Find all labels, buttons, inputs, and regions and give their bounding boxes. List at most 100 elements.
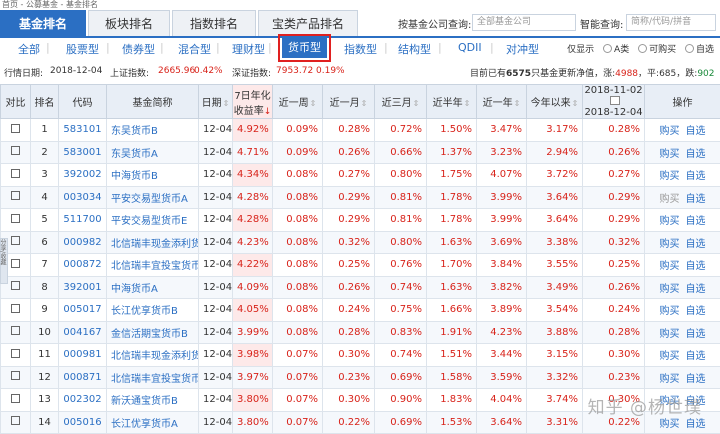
fund-name-link[interactable]: 金信活期宝货币B xyxy=(107,321,199,344)
compare-checkbox[interactable] xyxy=(11,236,20,245)
table-row[interactable]: 5511700平安交易型货币E12-044.28%0.08%0.29%0.81%… xyxy=(1,209,720,232)
col-week[interactable]: 近一周⇕ xyxy=(273,85,323,119)
add-watchlist-link[interactable]: 自选 xyxy=(686,194,706,205)
buy-link[interactable]: 购买 xyxy=(660,239,680,250)
tab-index-ranking[interactable]: 指数排名 xyxy=(172,10,256,36)
compare-checkbox[interactable] xyxy=(11,304,20,313)
col-7day-yield[interactable]: 7日年化收益率↓ xyxy=(233,85,273,119)
buy-link[interactable]: 购买 xyxy=(660,306,680,317)
radio-a-class[interactable] xyxy=(603,44,612,53)
fund-code-link[interactable]: 005016 xyxy=(59,411,107,434)
table-row[interactable]: 9005017长江优享货币B12-044.05%0.08%0.24%0.75%1… xyxy=(1,299,720,322)
compare-checkbox[interactable] xyxy=(11,214,20,223)
table-row[interactable]: 12000871北信瑞丰宜投宝货币A12-043.97%0.07%0.23%0.… xyxy=(1,366,720,389)
fund-code-link[interactable]: 000981 xyxy=(59,344,107,367)
filter-money-market[interactable]: 货币型 xyxy=(282,38,327,58)
tab-bao-product-ranking[interactable]: 宝类产品排名 xyxy=(258,10,358,36)
buy-link[interactable]: 购买 xyxy=(660,149,680,160)
compare-checkbox[interactable] xyxy=(11,394,20,403)
filter-hybrid[interactable]: 混合型 xyxy=(178,41,211,57)
compare-checkbox[interactable] xyxy=(11,371,20,380)
fund-name-link[interactable]: 东吴货币A xyxy=(107,141,199,164)
filter-index[interactable]: 指数型 xyxy=(344,41,377,57)
tab-sector-ranking[interactable]: 板块排名 xyxy=(88,10,170,36)
compare-checkbox[interactable] xyxy=(11,124,20,133)
add-watchlist-link[interactable]: 自选 xyxy=(686,351,706,362)
table-row[interactable]: 2583001东吴货币A12-044.71%0.09%0.26%0.66%1.3… xyxy=(1,141,720,164)
add-watchlist-link[interactable]: 自选 xyxy=(686,126,706,137)
radio-watchlist[interactable] xyxy=(685,44,694,53)
add-watchlist-link[interactable]: 自选 xyxy=(686,149,706,160)
filter-wealth[interactable]: 理财型 xyxy=(232,41,265,57)
add-watchlist-link[interactable]: 自选 xyxy=(686,329,706,340)
add-watchlist-link[interactable]: 自选 xyxy=(686,261,706,272)
fund-code-link[interactable]: 583101 xyxy=(59,119,107,142)
fund-name-link[interactable]: 新沃通宝货币B xyxy=(107,389,199,412)
company-search-input[interactable]: 全部基金公司 xyxy=(472,14,576,31)
compare-checkbox[interactable] xyxy=(11,326,20,335)
col-ytd[interactable]: 今年以来⇕ xyxy=(527,85,583,119)
table-row[interactable]: 11000981北信瑞丰现金添利货12-043.98%0.07%0.30%0.7… xyxy=(1,344,720,367)
add-watchlist-link[interactable]: 自选 xyxy=(686,239,706,250)
tab-fund-ranking[interactable]: 基金排名 xyxy=(0,10,86,36)
filter-qdii[interactable]: QDII xyxy=(458,41,482,54)
table-row[interactable]: 10004167金信活期宝货币B12-043.99%0.08%0.28%0.83… xyxy=(1,321,720,344)
add-watchlist-link[interactable]: 自选 xyxy=(686,306,706,317)
add-watchlist-link[interactable]: 自选 xyxy=(686,171,706,182)
fund-code-link[interactable]: 000872 xyxy=(59,254,107,277)
fund-name-link[interactable]: 北信瑞丰宜投宝货币B xyxy=(107,254,199,277)
fund-code-link[interactable]: 511700 xyxy=(59,209,107,232)
buy-link[interactable]: 购买 xyxy=(660,419,680,430)
compare-checkbox[interactable] xyxy=(11,169,20,178)
fund-name-link[interactable]: 中海货币A xyxy=(107,276,199,299)
fund-code-link[interactable]: 005017 xyxy=(59,299,107,322)
filter-structured[interactable]: 结构型 xyxy=(398,41,431,57)
compare-checkbox[interactable] xyxy=(11,281,20,290)
fund-name-link[interactable]: 长江优享货币A xyxy=(107,411,199,434)
table-row[interactable]: 8392001中海货币A12-044.09%0.08%0.26%0.74%1.6… xyxy=(1,276,720,299)
buy-link[interactable]: 购买 xyxy=(660,374,680,385)
col-three-month[interactable]: 近三月⇕ xyxy=(375,85,427,119)
fund-code-link[interactable]: 000982 xyxy=(59,231,107,254)
fund-name-link[interactable]: 北信瑞丰现金添利货 xyxy=(107,231,199,254)
fund-name-link[interactable]: 北信瑞丰现金添利货 xyxy=(107,344,199,367)
filter-stock[interactable]: 股票型 xyxy=(66,41,99,57)
col-half-year[interactable]: 近半年⇕ xyxy=(427,85,477,119)
fund-name-link[interactable]: 长江优享货币B xyxy=(107,299,199,322)
fund-code-link[interactable]: 583001 xyxy=(59,141,107,164)
col-date[interactable]: 日期⇕ xyxy=(199,85,233,119)
add-watchlist-link[interactable]: 自选 xyxy=(686,284,706,295)
fund-code-link[interactable]: 392002 xyxy=(59,164,107,187)
table-row[interactable]: 3392002中海货币B12-044.34%0.08%0.27%0.80%1.7… xyxy=(1,164,720,187)
col-year[interactable]: 近一年⇕ xyxy=(477,85,527,119)
add-watchlist-link[interactable]: 自选 xyxy=(686,374,706,385)
side-share-tab[interactable]: 分享/收藏 xyxy=(0,238,8,284)
add-watchlist-link[interactable]: 自选 xyxy=(686,216,706,227)
compare-checkbox[interactable] xyxy=(11,259,20,268)
table-row[interactable]: 6000982北信瑞丰现金添利货12-044.23%0.08%0.32%0.80… xyxy=(1,231,720,254)
compare-checkbox[interactable] xyxy=(11,191,20,200)
fund-code-link[interactable]: 002302 xyxy=(59,389,107,412)
fund-name-link[interactable]: 中海货币B xyxy=(107,164,199,187)
fund-name-link[interactable]: 东吴货币B xyxy=(107,119,199,142)
buy-link[interactable]: 购买 xyxy=(660,126,680,137)
buy-link[interactable]: 购买 xyxy=(660,351,680,362)
filter-bond[interactable]: 债券型 xyxy=(122,41,155,57)
buy-link[interactable]: 购买 xyxy=(660,216,680,227)
fund-code-link[interactable]: 392001 xyxy=(59,276,107,299)
fund-code-link[interactable]: 004167 xyxy=(59,321,107,344)
compare-checkbox[interactable] xyxy=(11,416,20,425)
compare-checkbox[interactable] xyxy=(11,146,20,155)
buy-link[interactable]: 购买 xyxy=(660,284,680,295)
buy-link[interactable]: 购买 xyxy=(660,194,680,205)
table-row[interactable]: 1583101东吴货币B12-044.92%0.09%0.28%0.72%1.5… xyxy=(1,119,720,142)
buy-link[interactable]: 购买 xyxy=(660,171,680,182)
fund-code-link[interactable]: 003034 xyxy=(59,186,107,209)
fund-name-link[interactable]: 北信瑞丰宜投宝货币A xyxy=(107,366,199,389)
table-row[interactable]: 7000872北信瑞丰宜投宝货币B12-044.22%0.08%0.25%0.7… xyxy=(1,254,720,277)
filter-all[interactable]: 全部 xyxy=(18,41,40,57)
add-watchlist-link[interactable]: 自选 xyxy=(686,419,706,430)
compare-checkbox[interactable] xyxy=(11,349,20,358)
buy-link[interactable]: 购买 xyxy=(660,329,680,340)
smart-search-input[interactable]: 简称/代码/拼音 xyxy=(626,14,716,31)
